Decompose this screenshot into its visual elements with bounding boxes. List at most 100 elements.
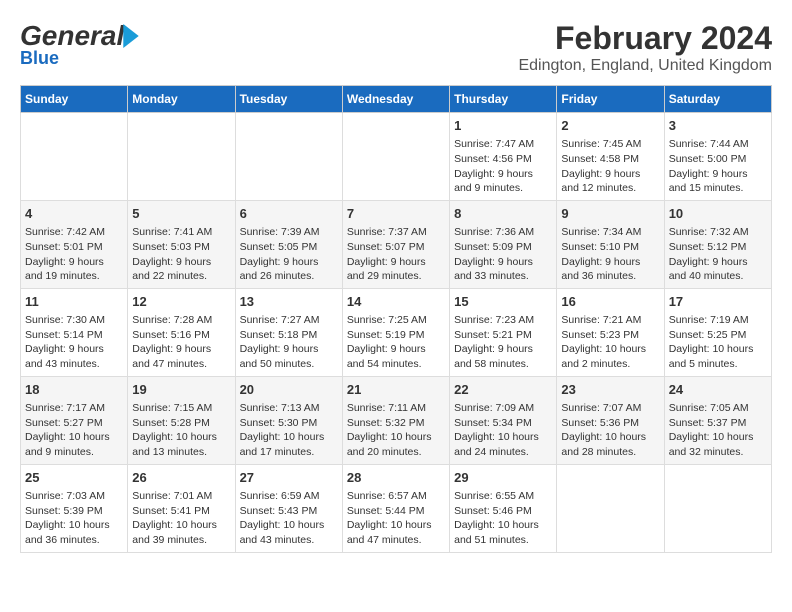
day-info: Sunrise: 7:28 AM Sunset: 5:16 PM Dayligh… bbox=[132, 313, 230, 372]
day-info: Sunrise: 7:17 AM Sunset: 5:27 PM Dayligh… bbox=[25, 401, 123, 460]
calendar-week-row: 1 Sunrise: 7:47 AM Sunset: 4:56 PM Daylig… bbox=[21, 113, 772, 201]
calendar-cell: 1 Sunrise: 7:47 AM Sunset: 4:56 PM Daylig… bbox=[450, 113, 557, 201]
calendar-cell: 9 Sunrise: 7:34 AM Sunset: 5:10 PM Daylig… bbox=[557, 200, 664, 288]
day-number: 7 bbox=[347, 205, 445, 223]
day-info: Sunrise: 7:30 AM Sunset: 5:14 PM Dayligh… bbox=[25, 313, 123, 372]
day-number: 6 bbox=[240, 205, 338, 223]
day-number: 15 bbox=[454, 293, 552, 311]
day-info: Sunrise: 7:32 AM Sunset: 5:12 PM Dayligh… bbox=[669, 225, 767, 284]
day-number: 16 bbox=[561, 293, 659, 311]
day-info: Sunrise: 7:27 AM Sunset: 5:18 PM Dayligh… bbox=[240, 313, 338, 372]
weekday-header: Monday bbox=[128, 86, 235, 113]
calendar-cell bbox=[342, 113, 449, 201]
day-number: 1 bbox=[454, 117, 552, 135]
calendar-cell: 11 Sunrise: 7:30 AM Sunset: 5:14 PM Dayli… bbox=[21, 288, 128, 376]
calendar-cell: 5 Sunrise: 7:41 AM Sunset: 5:03 PM Daylig… bbox=[128, 200, 235, 288]
day-number: 5 bbox=[132, 205, 230, 223]
day-number: 28 bbox=[347, 469, 445, 487]
day-number: 11 bbox=[25, 293, 123, 311]
calendar-cell: 19Sunrise: 7:15 AM Sunset: 5:28 PM Dayli… bbox=[128, 376, 235, 464]
day-number: 3 bbox=[669, 117, 767, 135]
calendar-cell: 15 Sunrise: 7:23 AM Sunset: 5:21 PM Dayli… bbox=[450, 288, 557, 376]
day-number: 8 bbox=[454, 205, 552, 223]
day-number: 10 bbox=[669, 205, 767, 223]
calendar-cell: 13 Sunrise: 7:27 AM Sunset: 5:18 PM Dayli… bbox=[235, 288, 342, 376]
day-info: Sunrise: 6:55 AM Sunset: 5:46 PM Dayligh… bbox=[454, 489, 552, 548]
weekday-header: Thursday bbox=[450, 86, 557, 113]
day-number: 4 bbox=[25, 205, 123, 223]
calendar-week-row: 25 Sunrise: 7:03 AM Sunset: 5:39 PM Dayli… bbox=[21, 464, 772, 552]
day-number: 17 bbox=[669, 293, 767, 311]
calendar-cell: 10 Sunrise: 7:32 AM Sunset: 5:12 PM Dayli… bbox=[664, 200, 771, 288]
day-number: 23 bbox=[561, 381, 659, 399]
day-number: 14 bbox=[347, 293, 445, 311]
day-number: 25 bbox=[25, 469, 123, 487]
day-number: 18 bbox=[25, 381, 123, 399]
calendar-cell: 29 Sunrise: 6:55 AM Sunset: 5:46 PM Dayli… bbox=[450, 464, 557, 552]
calendar-cell: 24Sunrise: 7:05 AM Sunset: 5:37 PM Dayli… bbox=[664, 376, 771, 464]
day-info: Sunrise: 7:36 AM Sunset: 5:09 PM Dayligh… bbox=[454, 225, 552, 284]
day-info: Sunrise: 7:21 AM Sunset: 5:23 PM Dayligh… bbox=[561, 313, 659, 372]
calendar-title: February 2024 bbox=[518, 20, 772, 57]
day-info: Sunrise: 6:59 AM Sunset: 5:43 PM Dayligh… bbox=[240, 489, 338, 548]
day-info: Sunrise: 7:09 AM Sunset: 5:34 PM Dayligh… bbox=[454, 401, 552, 460]
day-info: Sunrise: 7:41 AM Sunset: 5:03 PM Dayligh… bbox=[132, 225, 230, 284]
calendar-subtitle: Edington, England, United Kingdom bbox=[518, 57, 772, 75]
logo: General Blue bbox=[20, 20, 140, 69]
calendar-cell: 16 Sunrise: 7:21 AM Sunset: 5:23 PM Dayli… bbox=[557, 288, 664, 376]
calendar-table: SundayMondayTuesdayWednesdayThursdayFrid… bbox=[20, 85, 772, 553]
calendar-header-row: SundayMondayTuesdayWednesdayThursdayFrid… bbox=[21, 86, 772, 113]
calendar-cell: 17 Sunrise: 7:19 AM Sunset: 5:25 PM Dayli… bbox=[664, 288, 771, 376]
day-number: 9 bbox=[561, 205, 659, 223]
calendar-week-row: 18 Sunrise: 7:17 AM Sunset: 5:27 PM Dayli… bbox=[21, 376, 772, 464]
weekday-header: Friday bbox=[557, 86, 664, 113]
calendar-cell: 28 Sunrise: 6:57 AM Sunset: 5:44 PM Dayli… bbox=[342, 464, 449, 552]
day-info: Sunrise: 7:19 AM Sunset: 5:25 PM Dayligh… bbox=[669, 313, 767, 372]
day-info: Sunrise: 7:05 AM Sunset: 5:37 PM Dayligh… bbox=[669, 401, 767, 460]
day-info: Sunrise: 7:03 AM Sunset: 5:39 PM Dayligh… bbox=[25, 489, 123, 548]
calendar-week-row: 11 Sunrise: 7:30 AM Sunset: 5:14 PM Dayli… bbox=[21, 288, 772, 376]
calendar-cell: 8 Sunrise: 7:36 AM Sunset: 5:09 PM Daylig… bbox=[450, 200, 557, 288]
calendar-week-row: 4Sunrise: 7:42 AM Sunset: 5:01 PM Daylig… bbox=[21, 200, 772, 288]
calendar-cell: 26 Sunrise: 7:01 AM Sunset: 5:41 PM Dayli… bbox=[128, 464, 235, 552]
day-info: Sunrise: 7:45 AM Sunset: 4:58 PM Dayligh… bbox=[561, 137, 659, 196]
day-info: Sunrise: 7:47 AM Sunset: 4:56 PM Dayligh… bbox=[454, 137, 552, 196]
calendar-title-block: February 2024 Edington, England, United … bbox=[518, 20, 772, 75]
calendar-cell: 6 Sunrise: 7:39 AM Sunset: 5:05 PM Daylig… bbox=[235, 200, 342, 288]
calendar-cell bbox=[128, 113, 235, 201]
day-info: Sunrise: 7:13 AM Sunset: 5:30 PM Dayligh… bbox=[240, 401, 338, 460]
weekday-header: Tuesday bbox=[235, 86, 342, 113]
logo-blue-text: Blue bbox=[20, 48, 59, 69]
day-info: Sunrise: 7:07 AM Sunset: 5:36 PM Dayligh… bbox=[561, 401, 659, 460]
calendar-cell bbox=[664, 464, 771, 552]
day-number: 29 bbox=[454, 469, 552, 487]
page-header: General Blue February 2024 Edington, Eng… bbox=[20, 20, 772, 75]
day-info: Sunrise: 6:57 AM Sunset: 5:44 PM Dayligh… bbox=[347, 489, 445, 548]
day-info: Sunrise: 7:01 AM Sunset: 5:41 PM Dayligh… bbox=[132, 489, 230, 548]
weekday-header: Sunday bbox=[21, 86, 128, 113]
calendar-cell: 12 Sunrise: 7:28 AM Sunset: 5:16 PM Dayli… bbox=[128, 288, 235, 376]
day-number: 22 bbox=[454, 381, 552, 399]
calendar-cell bbox=[557, 464, 664, 552]
calendar-cell: 2 Sunrise: 7:45 AM Sunset: 4:58 PM Daylig… bbox=[557, 113, 664, 201]
day-number: 20 bbox=[240, 381, 338, 399]
day-info: Sunrise: 7:34 AM Sunset: 5:10 PM Dayligh… bbox=[561, 225, 659, 284]
day-info: Sunrise: 7:23 AM Sunset: 5:21 PM Dayligh… bbox=[454, 313, 552, 372]
calendar-cell: 7 Sunrise: 7:37 AM Sunset: 5:07 PM Daylig… bbox=[342, 200, 449, 288]
day-number: 26 bbox=[132, 469, 230, 487]
calendar-cell: 14Sunrise: 7:25 AM Sunset: 5:19 PM Dayli… bbox=[342, 288, 449, 376]
calendar-cell: 20 Sunrise: 7:13 AM Sunset: 5:30 PM Dayli… bbox=[235, 376, 342, 464]
day-number: 13 bbox=[240, 293, 338, 311]
day-info: Sunrise: 7:37 AM Sunset: 5:07 PM Dayligh… bbox=[347, 225, 445, 284]
day-number: 27 bbox=[240, 469, 338, 487]
calendar-cell: 4Sunrise: 7:42 AM Sunset: 5:01 PM Daylig… bbox=[21, 200, 128, 288]
weekday-header: Saturday bbox=[664, 86, 771, 113]
day-number: 2 bbox=[561, 117, 659, 135]
day-number: 12 bbox=[132, 293, 230, 311]
calendar-cell: 18 Sunrise: 7:17 AM Sunset: 5:27 PM Dayli… bbox=[21, 376, 128, 464]
day-info: Sunrise: 7:39 AM Sunset: 5:05 PM Dayligh… bbox=[240, 225, 338, 284]
day-number: 19 bbox=[132, 381, 230, 399]
calendar-cell: 25 Sunrise: 7:03 AM Sunset: 5:39 PM Dayli… bbox=[21, 464, 128, 552]
calendar-cell: 22 Sunrise: 7:09 AM Sunset: 5:34 PM Dayli… bbox=[450, 376, 557, 464]
day-info: Sunrise: 7:11 AM Sunset: 5:32 PM Dayligh… bbox=[347, 401, 445, 460]
